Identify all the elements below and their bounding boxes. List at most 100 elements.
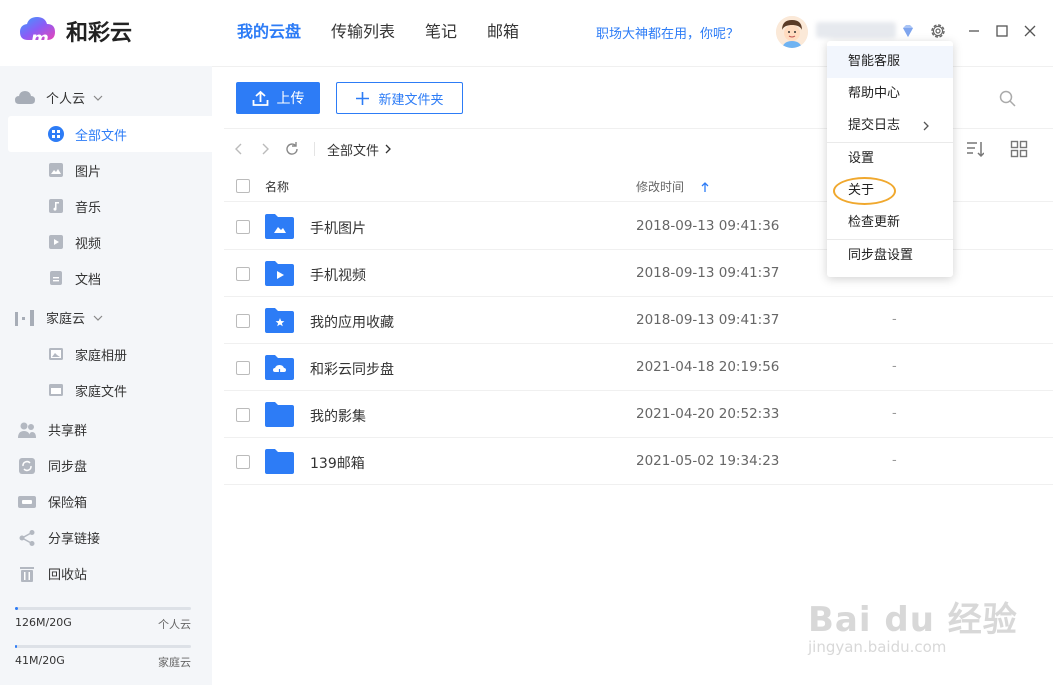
menu-item-smart-service[interactable]: 智能客服 bbox=[827, 46, 953, 78]
menu-item-help-center[interactable]: 帮助中心 bbox=[827, 78, 953, 110]
refresh-icon[interactable] bbox=[284, 141, 300, 157]
sidebar-item-all-files[interactable]: 全部文件 bbox=[8, 116, 212, 152]
promo-link[interactable]: 职场大神都在用，你呢？ bbox=[596, 23, 739, 42]
breadcrumb-divider bbox=[314, 142, 315, 156]
nav-my-cloud[interactable]: 我的云盘 bbox=[222, 0, 316, 66]
minimize-icon[interactable] bbox=[967, 24, 981, 38]
username-blurred[interactable] bbox=[816, 22, 896, 38]
sidebar-item-label: 回收站 bbox=[48, 568, 88, 583]
chevron-down-icon bbox=[93, 95, 103, 101]
storage-label: 家庭云 bbox=[158, 656, 191, 669]
menu-item-about[interactable]: 关于 bbox=[827, 175, 953, 207]
sidebar-item-sync-disk[interactable]: 同步盘 bbox=[16, 456, 87, 475]
menu-item-check-update[interactable]: 检查更新 bbox=[827, 207, 953, 239]
forward-icon[interactable] bbox=[258, 142, 272, 156]
nav-mail[interactable]: 邮箱 bbox=[472, 0, 534, 66]
file-name[interactable]: 手机视频 bbox=[310, 265, 366, 285]
avatar[interactable] bbox=[776, 16, 808, 48]
file-name[interactable]: 139邮箱 bbox=[310, 453, 365, 473]
sidebar-item-video[interactable]: 视频 bbox=[8, 224, 212, 260]
breadcrumb: 全部文件 bbox=[232, 138, 393, 160]
image-icon bbox=[49, 163, 63, 177]
people-icon bbox=[16, 421, 38, 439]
gear-icon[interactable] bbox=[929, 22, 947, 40]
sidebar-item-family-files[interactable]: 家庭文件 bbox=[8, 372, 212, 408]
storage-bar bbox=[15, 607, 191, 610]
sidebar-group-label: 家庭云 bbox=[46, 312, 86, 327]
menu-item-label: 提交日志 bbox=[848, 118, 901, 133]
vip-diamond-icon[interactable] bbox=[900, 23, 916, 39]
watermark-url: jingyan.baidu.com bbox=[808, 638, 947, 656]
sidebar-group-label: 个人云 bbox=[46, 92, 86, 107]
new-folder-button[interactable]: 新建文件夹 bbox=[336, 82, 463, 114]
watermark-brand: Bai du 经验 bbox=[808, 600, 1018, 640]
folder-sync-icon bbox=[265, 355, 294, 380]
sort-icon[interactable] bbox=[966, 140, 984, 158]
chevron-right-icon bbox=[385, 144, 391, 154]
row-checkbox[interactable] bbox=[236, 455, 250, 469]
sidebar-item-label: 分享链接 bbox=[48, 532, 101, 547]
menu-item-settings[interactable]: 设置 bbox=[827, 143, 953, 175]
menu-item-sync-disk-settings[interactable]: 同步盘设置 bbox=[827, 240, 953, 272]
video-icon bbox=[49, 235, 63, 249]
trash-icon bbox=[16, 565, 38, 583]
sidebar-item-label: 保险箱 bbox=[48, 496, 88, 511]
file-size: - bbox=[892, 312, 897, 327]
select-all-checkbox[interactable] bbox=[236, 179, 250, 193]
new-folder-label: 新建文件夹 bbox=[378, 92, 444, 108]
document-icon bbox=[50, 271, 62, 285]
file-name[interactable]: 手机图片 bbox=[310, 218, 366, 238]
grid-view-icon[interactable] bbox=[1010, 140, 1028, 158]
sidebar-item-family-album[interactable]: 家庭相册 bbox=[8, 336, 212, 372]
row-checkbox[interactable] bbox=[236, 408, 250, 422]
sidebar-item-music[interactable]: 音乐 bbox=[8, 188, 212, 224]
sidebar-item-images[interactable]: 图片 bbox=[8, 152, 212, 188]
storage-family: 41M/20G 家庭云 bbox=[15, 645, 191, 670]
file-size: - bbox=[892, 453, 897, 468]
file-name[interactable]: 我的影集 bbox=[310, 406, 366, 426]
column-name[interactable]: 名称 bbox=[265, 178, 289, 195]
table-row[interactable]: 我的应用收藏 2018-09-13 09:41:37 - bbox=[224, 297, 1053, 344]
file-modified: 2021-04-18 20:19:56 bbox=[636, 359, 780, 375]
nav-notes[interactable]: 笔记 bbox=[410, 0, 472, 66]
table-row[interactable]: 和彩云同步盘 2021-04-18 20:19:56 - bbox=[224, 344, 1053, 391]
music-icon bbox=[49, 199, 63, 213]
chevron-down-icon bbox=[93, 315, 103, 321]
sidebar-item-share-group[interactable]: 共享群 bbox=[16, 420, 87, 439]
sidebar-group-family-cloud[interactable]: 家庭云 bbox=[14, 308, 103, 327]
file-modified: 2018-09-13 09:41:37 bbox=[636, 265, 780, 281]
plus-icon bbox=[356, 91, 370, 105]
sidebar-item-label: 同步盘 bbox=[48, 460, 88, 475]
upload-button[interactable]: 上传 bbox=[236, 82, 320, 114]
storage-label: 个人云 bbox=[158, 618, 191, 631]
nav-transfer-list[interactable]: 传输列表 bbox=[316, 0, 410, 66]
row-checkbox[interactable] bbox=[236, 314, 250, 328]
folder-icon bbox=[265, 402, 294, 427]
sidebar-item-documents[interactable]: 文档 bbox=[8, 260, 212, 296]
table-row[interactable]: 139邮箱 2021-05-02 19:34:23 - bbox=[224, 438, 1053, 485]
sidebar-item-label: 家庭相册 bbox=[75, 348, 128, 364]
sidebar-item-safe-box[interactable]: 保险箱 bbox=[16, 492, 87, 511]
maximize-icon[interactable] bbox=[995, 24, 1009, 38]
app-name: 和彩云 bbox=[66, 21, 133, 46]
file-name[interactable]: 和彩云同步盘 bbox=[310, 359, 394, 379]
menu-item-submit-log[interactable]: 提交日志 bbox=[827, 110, 953, 142]
search-icon[interactable] bbox=[999, 90, 1016, 107]
row-checkbox[interactable] bbox=[236, 361, 250, 375]
table-row[interactable]: 我的影集 2021-04-20 20:52:33 - bbox=[224, 391, 1053, 438]
row-checkbox[interactable] bbox=[236, 267, 250, 281]
sidebar-item-recycle-bin[interactable]: 回收站 bbox=[16, 564, 87, 583]
column-modified[interactable]: 修改时间 bbox=[636, 178, 710, 195]
storage-fill bbox=[15, 645, 17, 648]
sidebar-item-share-links[interactable]: 分享链接 bbox=[16, 528, 100, 547]
row-checkbox[interactable] bbox=[236, 220, 250, 234]
file-name[interactable]: 我的应用收藏 bbox=[310, 312, 394, 332]
sidebar-group-personal-cloud[interactable]: 个人云 bbox=[14, 88, 103, 107]
storage-fill bbox=[15, 607, 18, 610]
breadcrumb-item-current[interactable]: 全部文件 bbox=[327, 140, 393, 159]
upload-icon bbox=[252, 90, 268, 106]
search-input[interactable] bbox=[950, 82, 1040, 114]
close-icon[interactable] bbox=[1023, 24, 1037, 38]
safe-icon bbox=[16, 493, 38, 511]
back-icon[interactable] bbox=[232, 142, 246, 156]
